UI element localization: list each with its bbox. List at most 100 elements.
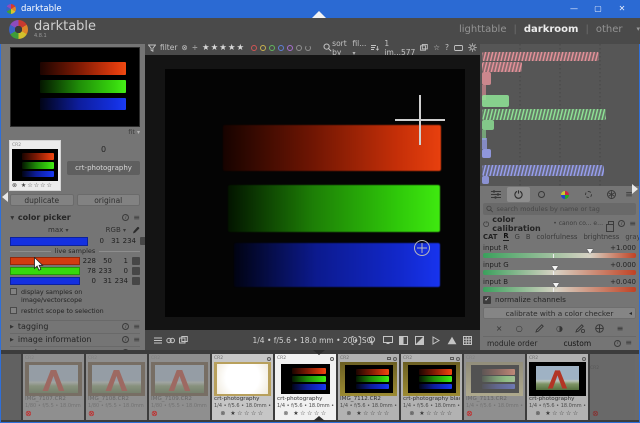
maximize-button[interactable]: ▢ xyxy=(586,0,610,18)
softproof-icon[interactable] xyxy=(429,334,442,346)
sample-color-swatch[interactable] xyxy=(10,257,80,265)
picker-sample[interactable]: 031234 xyxy=(10,237,145,246)
duplicate-button[interactable]: duplicate xyxy=(10,194,74,206)
view-tab-other[interactable]: other xyxy=(596,24,623,35)
original-button[interactable]: original xyxy=(77,194,141,206)
sort-value-dropdown[interactable]: fil... ▾ xyxy=(352,39,366,57)
presets-menu-icon[interactable] xyxy=(151,334,164,346)
search-icon[interactable] xyxy=(323,43,332,52)
preferences-gear-icon[interactable] xyxy=(468,43,477,52)
checkbox-checked-icon[interactable]: ✓ xyxy=(483,296,491,304)
top-panel-expander[interactable] xyxy=(312,11,326,18)
delete-sample-button[interactable] xyxy=(132,257,140,265)
filmstrip-thumbnail[interactable]: CR2crt-photography1/4 • f/5.6 • 18.0mm •… xyxy=(527,354,588,420)
checkbox-unchecked[interactable] xyxy=(10,288,17,295)
focus-peaking-icon[interactable] xyxy=(349,334,362,346)
section-tagging[interactable]: ▶taggingi≡ xyxy=(10,320,140,333)
tab-r[interactable]: R xyxy=(503,232,508,241)
tab-colorfulness[interactable]: colorfulness xyxy=(537,233,578,241)
duplicate-name-field[interactable]: crt-photography xyxy=(67,161,140,175)
tab-cat[interactable]: CAT xyxy=(483,233,497,241)
eyedropper-icon[interactable] xyxy=(131,226,140,235)
iso12646-assessment-icon[interactable] xyxy=(365,334,378,346)
duplicates-icon[interactable] xyxy=(177,334,190,346)
left-panel-collapse-arrow[interactable] xyxy=(2,192,8,202)
drawn-mask-icon[interactable] xyxy=(529,324,549,333)
presets-menu-icon[interactable]: ≡ xyxy=(133,323,140,331)
live-sample-row[interactable]: 031234 xyxy=(10,276,140,285)
filmstrip-thumbnail[interactable]: CR2IMG_7108.CR21/80 • f/5.5 • 18.0mm • 8… xyxy=(86,354,147,420)
view-tab-darkroom[interactable]: darkroom xyxy=(524,24,579,35)
color-group-icon[interactable] xyxy=(554,187,577,202)
base-group-icon[interactable] xyxy=(530,187,553,202)
close-button[interactable]: ✕ xyxy=(610,0,634,18)
filmstrip-thumbnail[interactable]: CR2IMG_7112.CR21/4 • f/5.6 • 18.0mm • 20… xyxy=(338,354,399,420)
overexposed-warning-icon[interactable] xyxy=(445,334,458,346)
delete-sample-button[interactable] xyxy=(132,267,140,275)
section-image-information[interactable]: ▶image informationi≡ xyxy=(10,333,140,346)
star-rating[interactable]: ⊗ ★☆☆☆☆ xyxy=(403,409,460,418)
color-label-none-icon[interactable] xyxy=(305,45,311,51)
color-label-5[interactable] xyxy=(296,45,302,51)
drawn-parametric-mask-icon[interactable] xyxy=(570,324,590,333)
sort-order-icon[interactable] xyxy=(371,44,379,52)
help-icon[interactable]: ? xyxy=(445,43,449,52)
star-rating[interactable]: ⊗ ★☆☆☆☆ xyxy=(277,409,334,418)
guides-grid-icon[interactable] xyxy=(461,334,474,346)
raw-overexposed-icon[interactable] xyxy=(413,334,426,346)
sample-color-swatch[interactable] xyxy=(10,237,88,246)
star-rating[interactable]: ⊗ ★☆☆☆☆ xyxy=(12,181,58,189)
presets-menu-icon[interactable]: ≡ xyxy=(133,214,140,222)
filmstrip-thumbnail-partial[interactable] xyxy=(1,354,21,420)
power-group-icon[interactable] xyxy=(507,187,530,202)
filmstrip-thumbnail[interactable]: CR2crt-photography1/4 • f/5.6 • 18.0mm •… xyxy=(275,354,336,420)
picker-option[interactable]: display samples on image/vectorscope xyxy=(10,288,140,305)
sample-color-swatch[interactable] xyxy=(10,267,80,275)
slider-input-b[interactable]: input B+0.040 xyxy=(483,277,636,294)
info-icon[interactable]: i xyxy=(122,336,129,343)
blend-off-icon[interactable]: × xyxy=(489,324,509,333)
presets-menu-icon[interactable]: ≡ xyxy=(625,339,632,347)
star-shortcut-icon[interactable]: ☆ xyxy=(433,43,440,52)
color-label-1[interactable] xyxy=(260,45,266,51)
image-count[interactable]: 1 im...577 xyxy=(384,39,415,57)
live-sample-marker[interactable] xyxy=(414,240,430,256)
color-space-dropdown[interactable]: RGB ▾ xyxy=(106,226,126,234)
picker-mode-dropdown[interactable]: max ▾ xyxy=(48,226,69,234)
color-assessment-icon[interactable] xyxy=(397,334,410,346)
filter-reject-icon[interactable]: ⊗ xyxy=(181,43,187,52)
color-label-4[interactable] xyxy=(287,45,293,51)
slider-handle[interactable] xyxy=(587,249,593,254)
delete-sample-button[interactable] xyxy=(132,277,140,285)
color-label-2[interactable] xyxy=(269,45,275,51)
filmstrip-thumbnail[interactable]: CR2IMG_7113.CR21/4 • f/5.6 • 18.0mm • 20… xyxy=(464,354,525,420)
filter-stars[interactable]: ★★★★★ xyxy=(202,43,245,53)
filmstrip-thumbnail[interactable]: CR2crt-photography black1/4 • f/5.6 • 18… xyxy=(401,354,462,420)
filmstrip-collapse-arrow[interactable] xyxy=(313,350,325,355)
blend-menu-icon[interactable]: ≡ xyxy=(610,324,630,333)
tab-b[interactable]: B xyxy=(526,233,531,241)
slider-input-g[interactable]: input G+0.000 xyxy=(483,260,636,277)
filmstrip-thumbnail-partial[interactable]: CR2⊗ xyxy=(590,354,639,420)
tab-brightness[interactable]: brightness xyxy=(583,233,619,241)
slider-track[interactable] xyxy=(483,287,636,292)
right-panel-collapse-arrow[interactable] xyxy=(632,184,638,194)
slider-track[interactable] xyxy=(483,270,636,275)
module-search[interactable] xyxy=(483,203,636,215)
info-icon[interactable]: i xyxy=(614,340,621,347)
checkbox-unchecked[interactable] xyxy=(10,307,17,314)
correct-group-icon[interactable] xyxy=(577,187,600,202)
second-window-icon[interactable] xyxy=(381,334,394,346)
shortcuts-icon[interactable] xyxy=(454,45,463,51)
calibrate-button[interactable]: calibrate with a color checker ◂ xyxy=(483,307,636,319)
waveform-histogram[interactable] xyxy=(480,44,639,186)
filmstrip-thumbnail[interactable]: CR2IMG_7109.CR21/80 • f/5.5 • 18.0mm • 8… xyxy=(149,354,210,420)
minimize-button[interactable]: — xyxy=(562,0,586,18)
sample-color-swatch[interactable] xyxy=(10,277,80,285)
effect-group-icon[interactable] xyxy=(600,187,623,202)
star-rating[interactable]: ⊗ ★☆☆☆☆ xyxy=(529,409,586,418)
multi-instance-icon[interactable] xyxy=(608,221,614,227)
filter-funnel-icon[interactable] xyxy=(148,44,156,52)
active-modules-group-icon[interactable] xyxy=(484,187,507,202)
info-icon[interactable]: i xyxy=(122,214,129,221)
